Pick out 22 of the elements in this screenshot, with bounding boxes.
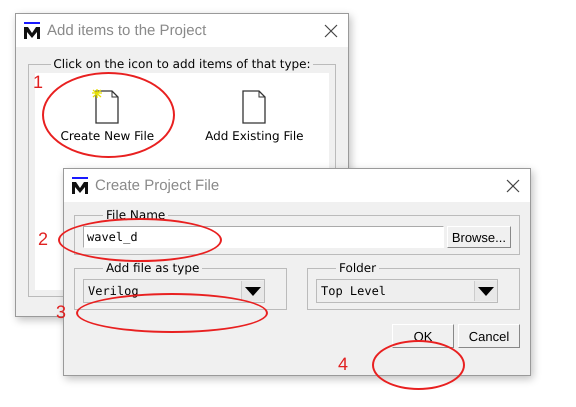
group-label: Click on the icon to add items of that type: xyxy=(52,57,312,71)
folder-dropdown[interactable]: Top Level xyxy=(316,279,498,303)
close-icon[interactable] xyxy=(506,178,520,192)
group-label: Folder xyxy=(338,261,378,275)
step-number: 2 xyxy=(38,229,48,250)
window-title: Add items to the Project xyxy=(47,22,208,39)
group-label: Add file as type xyxy=(105,261,200,275)
file-item[interactable]: Create New File xyxy=(60,89,154,143)
browse-button[interactable]: Browse... xyxy=(446,226,511,248)
step-number: 4 xyxy=(338,354,348,375)
step-number: 1 xyxy=(33,72,44,93)
window-title: Create Project File xyxy=(95,177,220,194)
app-logo-icon xyxy=(23,22,41,40)
file-name-field[interactable]: wavel_d xyxy=(83,226,444,248)
close-icon[interactable] xyxy=(324,24,338,38)
app-logo-icon xyxy=(71,176,89,194)
dropdown-arrow-icon xyxy=(478,286,494,296)
file-type-dropdown[interactable]: Verilog xyxy=(83,279,265,303)
file-item[interactable]: Add Existing File xyxy=(205,89,304,143)
cancel-button[interactable]: Cancel xyxy=(458,324,520,348)
step-number: 3 xyxy=(56,302,66,323)
dropdown-arrow-icon xyxy=(245,286,261,296)
